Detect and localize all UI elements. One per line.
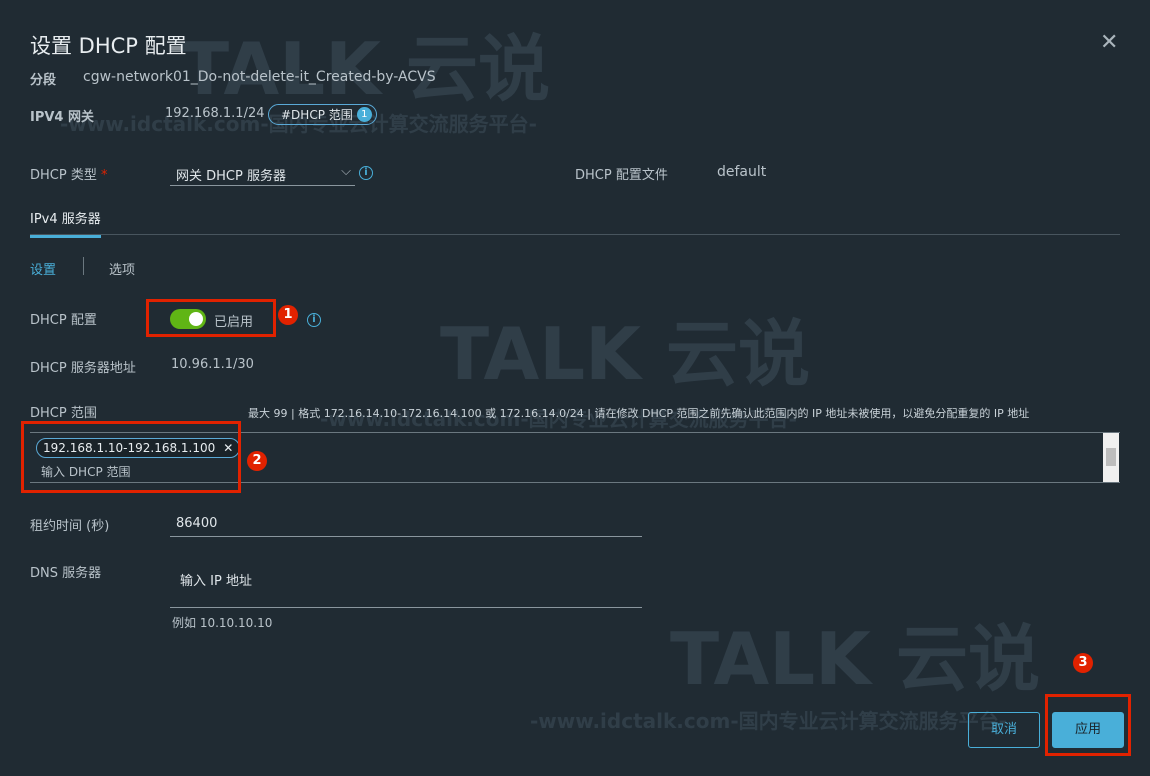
required-mark: * (100, 168, 108, 183)
dhcp-enable-toggle[interactable] (170, 309, 206, 329)
info-icon[interactable]: i (359, 166, 373, 180)
dhcp-config-label: DHCP 配置 (30, 313, 97, 328)
dhcp-type-select[interactable]: 网关 DHCP 服务器 ⌵ (170, 162, 355, 186)
lease-input[interactable]: 86400 (170, 513, 642, 537)
dhcp-range-pill[interactable]: #DHCP 范围 1 (268, 104, 377, 125)
dhcp-type-label-text: DHCP 类型 (30, 168, 97, 183)
tab-divider (30, 234, 1120, 235)
dhcp-range-label: DHCP 范围 (30, 406, 97, 421)
dhcp-profile-value: default (717, 164, 767, 180)
subtab-settings[interactable]: 设置 (30, 259, 56, 278)
dialog-title: 设置 DHCP 配置 (30, 34, 187, 58)
subtab-options[interactable]: 选项 (109, 259, 135, 278)
annotation-box-2 (21, 421, 241, 493)
dns-label: DNS 服务器 (30, 566, 102, 581)
server-addr-label: DHCP 服务器地址 (30, 361, 136, 376)
dhcp-type-label: DHCP 类型 * (30, 164, 107, 183)
lease-label: 租约时间 (秒) (30, 519, 110, 534)
dhcp-type-value: 网关 DHCP 服务器 (176, 169, 286, 184)
gateway-value: 192.168.1.1/24 (165, 106, 265, 121)
cancel-button[interactable]: 取消 (968, 712, 1040, 748)
annotation-badge-1: 1 (278, 305, 298, 325)
scrollbar[interactable] (1103, 433, 1119, 482)
dns-example: 例如 10.10.10.10 (172, 616, 273, 630)
server-addr-value: 10.96.1.1/30 (171, 357, 254, 372)
dhcp-profile-label: DHCP 配置文件 (575, 168, 668, 183)
close-icon[interactable]: ✕ (1100, 30, 1118, 55)
toggle-text: 已启用 (214, 315, 254, 330)
annotation-box-1 (146, 299, 276, 337)
watermark-logo: TALK 云说 (670, 617, 1040, 701)
dhcp-range-hint: 最大 99 | 格式 172.16.14.10-172.16.14.100 或 … (248, 407, 1030, 420)
segment-label: 分段 (30, 73, 57, 88)
scroll-thumb[interactable] (1106, 448, 1116, 466)
gateway-label: IPV4 网关 (30, 110, 94, 125)
apply-button[interactable]: 应用 (1052, 712, 1124, 748)
annotation-badge-2: 2 (247, 451, 267, 471)
pill-label: #DHCP 范围 (281, 108, 353, 122)
subtab-divider (83, 257, 84, 275)
pill-count: 1 (356, 107, 372, 122)
watermark-url: -www.idctalk.com-国内专业云计算交流服务平台- (530, 709, 1007, 733)
info-icon[interactable]: i (307, 313, 321, 327)
watermark-logo: TALK 云说 (440, 312, 810, 396)
dns-input[interactable]: 输入 IP 地址 (170, 566, 642, 608)
segment-value: cgw-network01_Do-not-delete-it_Created-b… (83, 69, 436, 85)
annotation-badge-3: 3 (1073, 653, 1093, 673)
chevron-down-icon: ⌵ (341, 164, 351, 179)
watermark-logo: TALK 云说 (180, 27, 550, 111)
